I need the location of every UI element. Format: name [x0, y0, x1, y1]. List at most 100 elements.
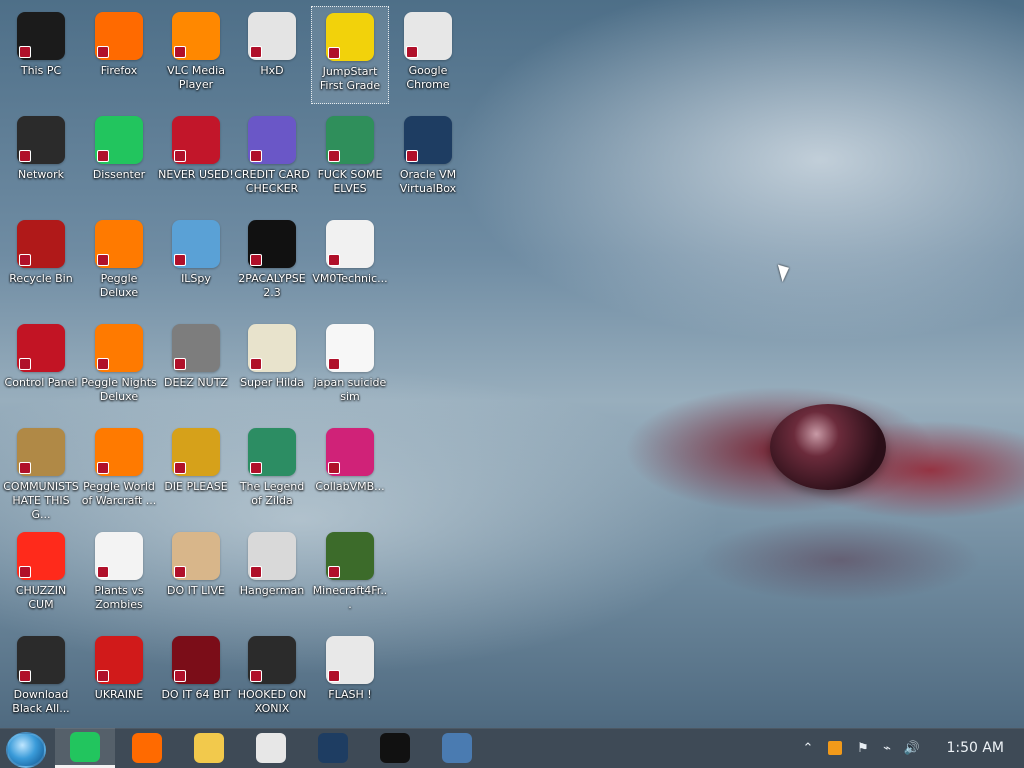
desktop-icon[interactable]: Peggle Nights Deluxe [80, 318, 158, 416]
desktop-icon[interactable]: ILSpy [157, 214, 235, 312]
desktop-icon-label: DO IT LIVE [167, 584, 225, 597]
desktop-icon-label: JumpStart First Grade [319, 65, 381, 92]
jumpstart-icon [326, 13, 374, 61]
desktop-icon[interactable]: Google Chrome [389, 6, 467, 104]
terminal-icon [380, 733, 410, 763]
credit-card-icon [248, 116, 296, 164]
taskbar-clock[interactable]: 1:50 AM [946, 728, 1004, 768]
desktop-icon[interactable]: CHUZZIN CUM [2, 526, 80, 624]
network-icon [17, 116, 65, 164]
desktop-icon[interactable]: Peggle World of Warcraft ... [80, 422, 158, 520]
terminal-icon [248, 220, 296, 268]
desktop-icon[interactable]: Firefox [80, 6, 158, 104]
desktop-icon[interactable]: NEVER USED! [157, 110, 235, 208]
terminal-taskbar[interactable] [365, 728, 425, 768]
desktop-icon[interactable]: VLC Media Player [157, 6, 235, 104]
desktop-icon[interactable]: HOOKED ON XONIX [233, 630, 311, 728]
desktop-icon[interactable]: COMMUNISTS HATE THIS G... [2, 422, 80, 521]
shortcut-badge-icon [328, 254, 340, 266]
firefox-taskbar[interactable] [117, 728, 177, 768]
tray-app-icon[interactable] [826, 728, 844, 768]
orange-app-icon [828, 741, 842, 755]
desktop-icon[interactable]: FLASH ! [311, 630, 389, 728]
desktop-icon[interactable]: Super Hilda [233, 318, 311, 416]
virtualbox-icon [404, 116, 452, 164]
desktop-icon[interactable]: The Legend of Zilda [233, 422, 311, 520]
desktop-icon-label: FLASH ! [328, 688, 372, 701]
start-button[interactable] [6, 732, 46, 768]
water-droplet [770, 404, 886, 490]
desktop-icon-label: Minecraft4Fr... [312, 584, 388, 611]
dissenter-icon [95, 116, 143, 164]
peggle-nights-icon [95, 324, 143, 372]
desktop-icon-label: The Legend of Zilda [239, 480, 305, 507]
desktop-icon[interactable]: CollabVMB... [311, 422, 389, 520]
shortcut-badge-icon [97, 358, 109, 370]
elf-game-icon [326, 116, 374, 164]
shortcut-badge-icon [328, 670, 340, 682]
shortcut-badge-icon [328, 47, 340, 59]
desktop-icon-label: HxD [260, 64, 284, 77]
desktop-icon[interactable]: Minecraft4Fr... [311, 526, 389, 624]
desktop-icon-label: VLC Media Player [167, 64, 225, 91]
desktop-icon[interactable]: 2PACALYPSE 2.3 [233, 214, 311, 312]
desktop-icon[interactable]: japan suicide sim [311, 318, 389, 416]
shortcut-badge-icon [174, 358, 186, 370]
doctor-icon [326, 220, 374, 268]
desktop-icon[interactable]: Download Black All... [2, 630, 80, 728]
desktop-icon[interactable]: Peggle Deluxe [80, 214, 158, 312]
desktop-icon[interactable]: Plants vs Zombies [80, 526, 158, 624]
virtualbox-taskbar[interactable] [303, 728, 363, 768]
xonix-icon [248, 636, 296, 684]
chrome-icon [256, 733, 286, 763]
desktop-icon[interactable]: DO IT LIVE [157, 526, 235, 624]
tray-overflow-icon[interactable]: ⌃ [800, 728, 816, 768]
pixel-art-icon [248, 324, 296, 372]
windows10-icon [442, 733, 472, 763]
desktop-icon-label: FUCK SOME ELVES [317, 168, 383, 195]
file-explorer-icon [194, 733, 224, 763]
recycle-bin-icon [17, 220, 65, 268]
shortcut-badge-icon [97, 46, 109, 58]
desktop-icon-label: Oracle VM VirtualBox [399, 168, 457, 195]
desktop-icon[interactable]: This PC [2, 6, 80, 104]
desktop-icon[interactable]: VM0Technic... [311, 214, 389, 312]
dissenter-taskbar[interactable] [55, 728, 115, 768]
chrome-taskbar[interactable] [241, 728, 301, 768]
desktop-icon[interactable]: DEEZ NUTZ [157, 318, 235, 416]
shortcut-badge-icon [328, 462, 340, 474]
network-status[interactable]: ⌁ [878, 728, 896, 768]
desktop-icon[interactable]: UKRAINE [80, 630, 158, 728]
desktop-icon-label: UKRAINE [94, 688, 144, 701]
desktop-icon[interactable]: FUCK SOME ELVES [311, 110, 389, 208]
speaker-icon: 🔊 [903, 740, 921, 756]
shortcut-badge-icon [19, 670, 31, 682]
desktop-icon[interactable]: Control Panel [2, 318, 80, 416]
shortcut-badge-icon [174, 566, 186, 578]
volume-control[interactable]: 🔊 [902, 728, 922, 768]
action-center-flag[interactable]: ⚑ [854, 728, 872, 768]
desktop-icon[interactable]: CREDIT CARD CHECKER [233, 110, 311, 208]
desktop-icon[interactable]: JumpStart First Grade [311, 6, 389, 104]
file-explorer-taskbar[interactable] [179, 728, 239, 768]
ilspy-icon [172, 220, 220, 268]
desktop-icon-label: DIE PLEASE [164, 480, 228, 493]
shortcut-badge-icon [406, 46, 418, 58]
shortcut-badge-icon [174, 254, 186, 266]
desktop-icon[interactable]: Dissenter [80, 110, 158, 208]
desktop-icon[interactable]: Recycle Bin [2, 214, 80, 312]
desktop-icon-label: Peggle World of Warcraft ... [81, 480, 157, 507]
desktop-icon-label: japan suicide sim [313, 376, 387, 403]
shortcut-badge-icon [250, 670, 262, 682]
desktop-icon[interactable]: DO IT 64 BIT [157, 630, 235, 728]
cube-icon [172, 636, 220, 684]
windows10-taskbar[interactable] [427, 728, 487, 768]
desktop-icon[interactable]: HxD [233, 6, 311, 104]
desktop-icon[interactable]: Oracle VM VirtualBox [389, 110, 467, 208]
desktop-icon[interactable]: Hangerman [233, 526, 311, 624]
mouse-cursor [777, 262, 793, 282]
desktop-icon-label: Super Hilda [240, 376, 304, 389]
desktop-icon[interactable]: Network [2, 110, 80, 208]
desktop-icon[interactable]: DIE PLEASE [157, 422, 235, 520]
desktop-icon-label: CHUZZIN CUM [15, 584, 67, 611]
